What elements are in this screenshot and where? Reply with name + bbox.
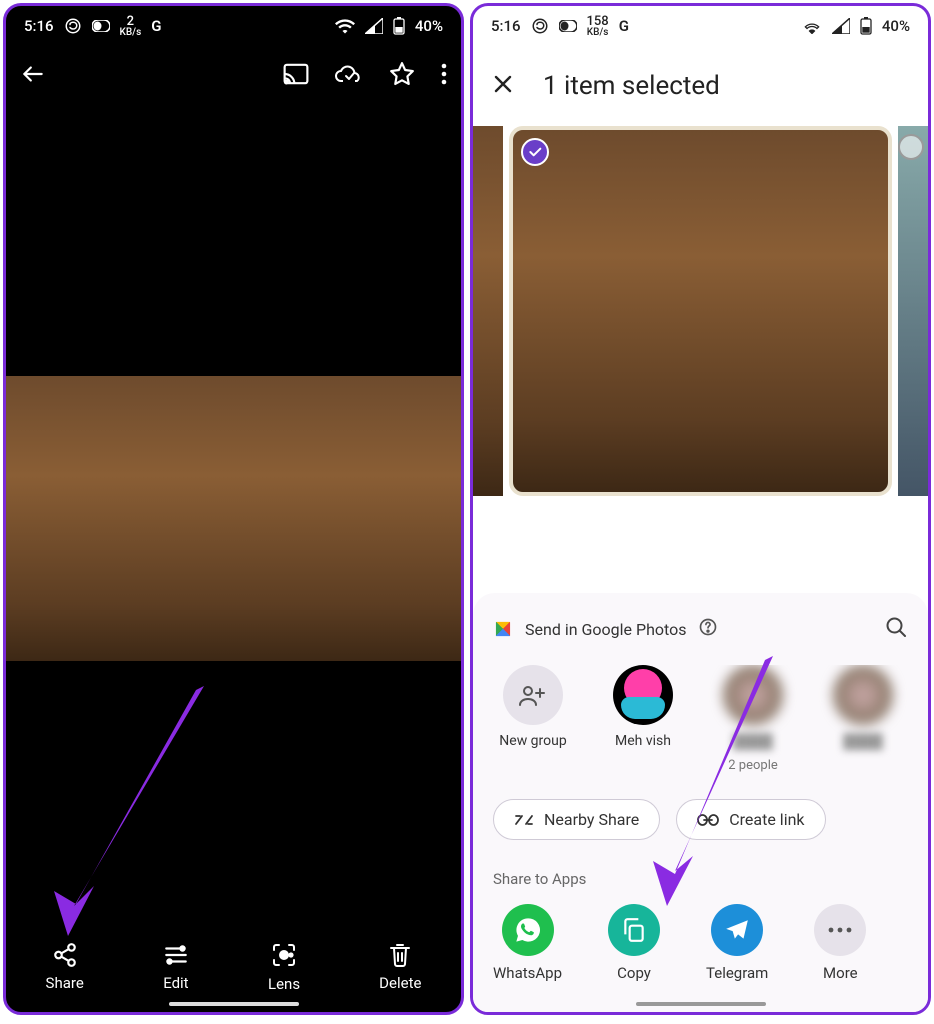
photo-content[interactable] <box>6 376 461 661</box>
app-label: More <box>823 964 858 982</box>
create-link-label: Create link <box>729 810 804 829</box>
nearby-share-label: Nearby Share <box>544 810 639 829</box>
google-status-icon: G <box>151 17 161 35</box>
cast-icon[interactable] <box>283 63 309 89</box>
lens-label: Lens <box>268 975 300 993</box>
battery-icon <box>860 17 872 35</box>
app-label: Copy <box>617 964 651 982</box>
share-button[interactable]: Share <box>46 942 84 992</box>
contact-row[interactable]: New group Meh vish ████ 2 people ████ M … <box>493 665 908 773</box>
pill-status-icon <box>559 20 577 32</box>
edit-label: Edit <box>163 974 188 992</box>
app-copy[interactable]: Copy <box>608 904 660 982</box>
help-icon[interactable] <box>698 617 718 641</box>
battery-percent: 40% <box>415 17 443 35</box>
star-icon[interactable] <box>389 61 415 91</box>
app-more[interactable]: More <box>814 904 866 982</box>
status-bar: 5:16 158 KB/s G 40% <box>473 6 928 46</box>
cloud-check-icon[interactable] <box>335 64 363 88</box>
cell-signal-icon <box>365 18 383 34</box>
more-icon <box>814 904 866 956</box>
status-time: 5:16 <box>24 17 54 35</box>
new-group-label: New group <box>499 733 566 749</box>
avatar <box>833 665 893 725</box>
thumbnail-prev[interactable] <box>473 126 503 496</box>
share-to-apps-label: Share to Apps <box>493 870 908 888</box>
whatsapp-status-icon <box>64 17 82 35</box>
send-in-photos-label[interactable]: Send in Google Photos <box>525 620 686 639</box>
whatsapp-status-icon <box>531 17 549 35</box>
status-time: 5:16 <box>491 17 521 35</box>
lens-button[interactable]: Lens <box>268 941 300 993</box>
selection-title: 1 item selected <box>543 71 720 101</box>
photo-appbar <box>6 46 461 106</box>
close-icon[interactable] <box>491 72 515 100</box>
edit-button[interactable]: Edit <box>163 942 189 992</box>
avatar <box>723 665 783 725</box>
screenshot-photo-viewer: 5:16 2 KB/s G 40% <box>3 3 464 1015</box>
copy-icon <box>608 904 660 956</box>
chip-row: Nearby Share Create link <box>493 799 908 840</box>
battery-icon <box>393 17 405 35</box>
kbps-unit: KB/s <box>120 28 142 38</box>
create-link-chip[interactable]: Create link <box>676 799 825 840</box>
bottom-action-bar: Share Edit Lens Delete <box>6 922 461 1012</box>
back-icon[interactable] <box>20 61 46 91</box>
share-label: Share <box>46 974 84 992</box>
cell-signal-icon <box>832 18 850 34</box>
wifi-icon <box>335 18 355 34</box>
network-speed: 158 KB/s <box>587 15 609 38</box>
pill-status-icon <box>92 20 110 32</box>
selected-check-icon[interactable] <box>521 138 549 166</box>
app-label: WhatsApp <box>493 964 562 982</box>
screenshot-share-sheet: 5:16 158 KB/s G 40% <box>470 3 931 1015</box>
app-telegram[interactable]: Telegram <box>706 904 768 982</box>
home-indicator[interactable] <box>169 1002 299 1006</box>
thumbnail-selected[interactable] <box>509 126 892 496</box>
app-row: WhatsApp Copy Telegram More <box>493 904 908 982</box>
contact-label: ████ <box>733 733 773 750</box>
wifi-icon <box>802 18 822 34</box>
avatar <box>613 665 673 725</box>
annotation-arrow <box>54 686 214 950</box>
unselected-radio-icon[interactable] <box>898 134 924 160</box>
app-label: Telegram <box>706 964 768 982</box>
share-sheet: Send in Google Photos New group Meh vish <box>473 593 928 1012</box>
kbps-value: 2 <box>127 15 134 28</box>
home-indicator[interactable] <box>636 1002 766 1006</box>
status-bar: 5:16 2 KB/s G 40% <box>6 6 461 46</box>
google-photos-icon <box>489 615 517 643</box>
thumbnail-strip[interactable] <box>473 126 928 496</box>
contact-label: ████ <box>843 733 883 750</box>
telegram-icon <box>711 904 763 956</box>
new-group-icon <box>503 665 563 725</box>
nearby-share-chip[interactable]: Nearby Share <box>493 799 660 840</box>
whatsapp-icon <box>502 904 554 956</box>
network-speed: 2 KB/s <box>120 15 142 38</box>
contact-group[interactable]: ████ 2 people <box>713 665 793 773</box>
delete-button[interactable]: Delete <box>379 942 421 992</box>
kbps-value: 158 <box>587 15 609 28</box>
app-whatsapp[interactable]: WhatsApp <box>493 904 562 982</box>
contact-mehvish[interactable]: Meh vish <box>603 665 683 773</box>
contact-hidden[interactable]: ████ <box>823 665 903 773</box>
contact-sublabel: 2 people <box>728 758 778 773</box>
overflow-menu-icon[interactable] <box>441 63 447 89</box>
google-status-icon: G <box>619 17 629 35</box>
search-icon[interactable] <box>884 615 908 643</box>
kbps-unit: KB/s <box>587 28 609 38</box>
selection-appbar: 1 item selected <box>473 46 928 126</box>
battery-percent: 40% <box>882 17 910 35</box>
contact-label: Meh vish <box>615 733 671 749</box>
new-group-button[interactable]: New group <box>493 665 573 773</box>
delete-label: Delete <box>379 974 421 992</box>
thumbnail-next[interactable] <box>898 126 928 496</box>
